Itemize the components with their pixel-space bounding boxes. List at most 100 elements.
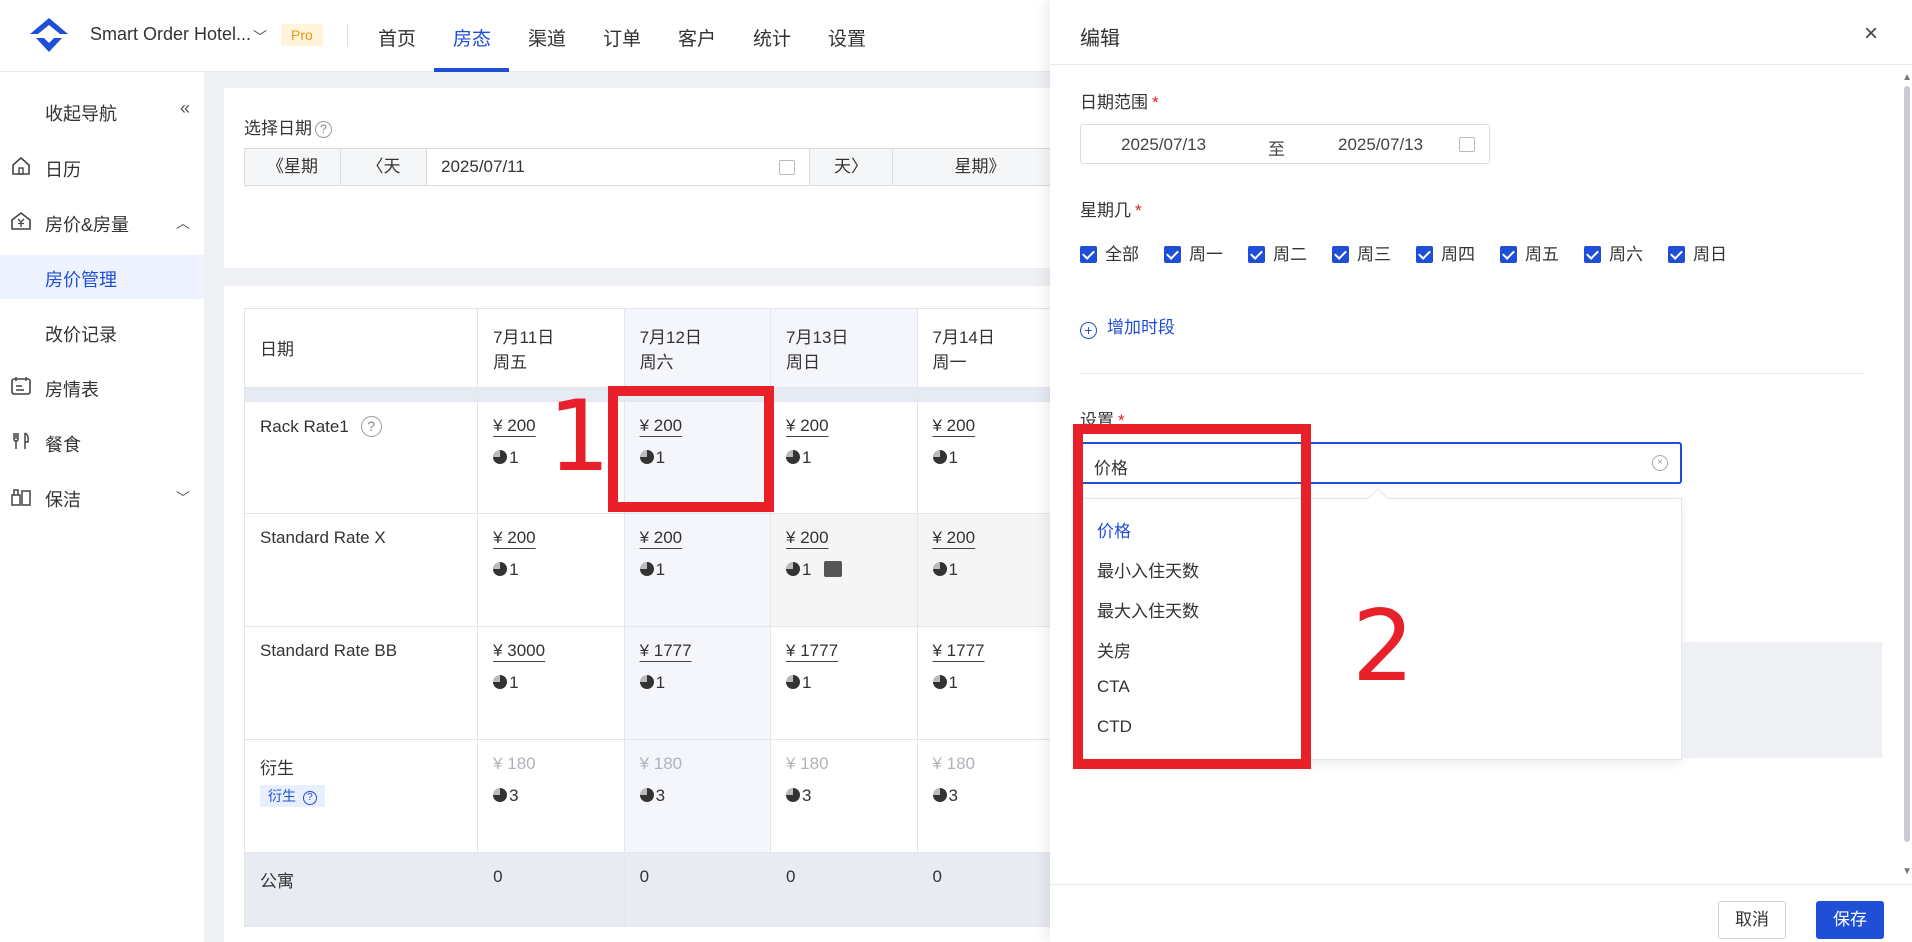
sidebar-item-rates-inventory[interactable]: 房价&房量 ︿ <box>0 200 204 244</box>
sidebar-item-rate-management[interactable]: 房价管理 <box>0 255 204 299</box>
price-value[interactable]: ¥ 1777 <box>640 641 692 660</box>
help-icon[interactable]: ? <box>315 121 332 138</box>
nav-statistics[interactable]: 统计 <box>753 24 791 51</box>
cancel-button[interactable]: 取消 <box>1718 901 1786 939</box>
price-value[interactable]: ¥ 200 <box>493 416 536 435</box>
collapse-nav-button[interactable]: 收起导航 « <box>0 89 204 133</box>
price-value[interactable]: ¥ 200 <box>933 528 976 547</box>
checkbox-monday[interactable]: 周一 <box>1164 240 1223 264</box>
rate-cell[interactable]: ¥ 200 1 <box>770 513 918 627</box>
checkbox-all[interactable]: 全部 <box>1080 240 1139 264</box>
checkbox-thursday[interactable]: 周四 <box>1416 240 1475 264</box>
nav-room-status[interactable]: 房态 <box>453 24 491 51</box>
rate-cell[interactable]: ¥ 1777 1 <box>623 626 772 740</box>
rate-cell[interactable]: ¥ 200 1 <box>623 513 772 627</box>
price-value[interactable]: ¥ 1777 <box>786 641 838 660</box>
rate-cell[interactable]: ¥ 200 1 <box>916 513 1064 627</box>
price-value[interactable]: ¥ 200 <box>786 416 829 435</box>
checkbox-checked-icon[interactable] <box>1080 246 1097 263</box>
scrollbar[interactable] <box>1904 86 1910 842</box>
dropdown-arrow <box>1368 488 1388 508</box>
prev-day-button[interactable]: 〈天 <box>341 149 427 185</box>
inventory-cell[interactable]: 0 <box>770 852 918 927</box>
scroll-up-arrow-icon[interactable]: ▲ <box>1902 72 1912 83</box>
inventory-cell[interactable]: 0 <box>623 852 772 927</box>
drawer-title: 编辑 <box>1080 28 1120 50</box>
help-icon[interactable]: ? <box>302 791 317 805</box>
checkbox-checked-icon[interactable] <box>1416 246 1433 263</box>
checkbox-checked-icon[interactable] <box>1668 246 1685 263</box>
date-range-picker[interactable]: 2025/07/13 至 2025/07/13 <box>1080 124 1490 164</box>
required-mark: * <box>1135 201 1142 220</box>
checkbox-friday[interactable]: 周五 <box>1500 240 1559 264</box>
rate-cell[interactable]: ¥ 3000 1 <box>477 626 625 740</box>
checkbox-saturday[interactable]: 周六 <box>1584 240 1643 264</box>
next-week-button[interactable]: 星期》 <box>893 149 1067 185</box>
checkbox-checked-icon[interactable] <box>1500 246 1517 263</box>
checkbox-tuesday[interactable]: 周二 <box>1248 240 1307 264</box>
date-input[interactable]: 2025/07/11 <box>427 149 809 185</box>
app-logo-icon[interactable] <box>26 14 72 56</box>
price-value[interactable]: ¥ 3000 <box>493 641 545 660</box>
price-value[interactable]: ¥ 200 <box>786 528 829 547</box>
checkbox-checked-icon[interactable] <box>1164 246 1181 263</box>
nav-channels[interactable]: 渠道 <box>528 24 566 51</box>
checkbox-label: 周五 <box>1525 245 1559 264</box>
add-time-slot-button[interactable]: + 增加时段 <box>1080 313 1175 339</box>
start-date-value[interactable]: 2025/07/13 <box>1121 135 1206 155</box>
price-value[interactable]: ¥ 200 <box>640 528 683 547</box>
rate-cell[interactable]: ¥ 200 1 <box>477 513 625 627</box>
scroll-down-arrow-icon[interactable]: ▼ <box>1902 866 1912 877</box>
clear-icon[interactable]: × <box>1652 455 1668 471</box>
sidebar-item-rate-history[interactable]: 改价记录 <box>0 310 204 354</box>
next-day-button[interactable]: 天〉 <box>809 149 893 185</box>
price-value: ¥ 180 <box>932 754 976 773</box>
hotel-selector[interactable]: Smart Order Hotel... <box>90 24 251 45</box>
inventory-count: 1 <box>786 560 901 580</box>
sidebar-item-meals[interactable]: 餐食 <box>0 420 204 464</box>
rate-cell[interactable]: ¥ 1777 1 <box>916 626 1064 740</box>
inventory-icon <box>639 788 654 802</box>
prev-week-button[interactable]: 《星期 <box>245 149 341 185</box>
plus-circle-icon: + <box>1080 322 1097 339</box>
chevron-down-icon[interactable]: ﹀ <box>253 27 267 47</box>
inventory-cell[interactable]: 0 <box>477 852 625 927</box>
checkbox-checked-icon[interactable] <box>1584 246 1601 263</box>
date-column-header: 7月12日 周六 <box>623 308 772 388</box>
sidebar-item-label: 房价&房量 <box>45 215 130 235</box>
end-date-value[interactable]: 2025/07/13 <box>1338 135 1423 155</box>
nav-home[interactable]: 首页 <box>378 24 416 51</box>
save-button[interactable]: 保存 <box>1816 901 1884 939</box>
checkbox-checked-icon[interactable] <box>1332 246 1349 263</box>
double-chevron-left-icon[interactable]: « <box>180 98 190 119</box>
nav-orders[interactable]: 订单 <box>603 24 641 51</box>
rate-cell[interactable]: ¥ 200 1 <box>770 401 918 514</box>
rate-plan-name: Rack Rate1? <box>243 401 479 514</box>
hidden-form-area <box>1682 642 1882 758</box>
inventory-count: 1 <box>639 560 755 580</box>
rate-cell[interactable]: ¥ 200 1 <box>916 401 1064 514</box>
price-value[interactable]: ¥ 1777 <box>933 641 985 660</box>
cutlery-icon <box>13 432 29 449</box>
help-icon[interactable]: ? <box>360 416 382 437</box>
rate-cell[interactable]: ¥ 1777 1 <box>770 626 918 740</box>
price-value[interactable]: ¥ 200 <box>493 528 536 547</box>
drawer-footer: 取消 保存 <box>1050 884 1912 942</box>
date-select-text: 选择日期 <box>244 119 312 138</box>
sidebar-item-room-report[interactable]: 房情表 <box>0 365 204 409</box>
nav-customers[interactable]: 客户 <box>678 24 716 51</box>
inventory-icon <box>786 562 801 576</box>
price-value[interactable]: ¥ 200 <box>933 416 976 435</box>
checkbox-label: 周四 <box>1441 245 1475 264</box>
inventory-icon <box>932 450 947 464</box>
checkbox-sunday[interactable]: 周日 <box>1668 240 1727 264</box>
checkbox-checked-icon[interactable] <box>1248 246 1265 263</box>
close-icon[interactable]: × <box>1864 20 1878 48</box>
inventory-icon <box>639 562 654 576</box>
sidebar-item-cleaning[interactable]: 保洁 ﹀ <box>0 475 204 519</box>
nav-settings[interactable]: 设置 <box>828 24 866 51</box>
sidebar-item-calendar[interactable]: 日历 <box>0 145 204 189</box>
checkbox-wednesday[interactable]: 周三 <box>1332 240 1391 264</box>
count-value: 1 <box>948 673 958 692</box>
inventory-cell[interactable]: 0 <box>916 852 1064 927</box>
